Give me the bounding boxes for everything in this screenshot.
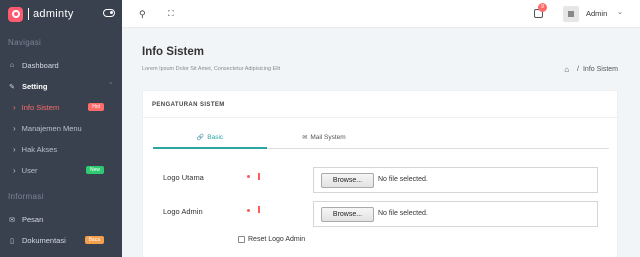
sidebar-toggle-icon[interactable]: [103, 9, 115, 17]
breadcrumb-current[interactable]: Info Sistem: [583, 66, 618, 73]
chevron-down-icon: ˇ: [109, 83, 112, 90]
avatar[interactable]: [563, 6, 579, 22]
reset-logo-admin-label[interactable]: Reset Logo Admin: [248, 236, 305, 243]
browse-button[interactable]: Browse...: [321, 207, 374, 222]
sidebar-item-pesan[interactable]: ✉ Pesan: [0, 209, 122, 230]
sidebar: adminty Navigasi ⌂ Dashboard ✎ Setting ˇ…: [0, 0, 122, 257]
user-name[interactable]: Admin: [586, 9, 607, 18]
search-icon[interactable]: ⚲: [139, 9, 146, 20]
required-dot-icon: [247, 209, 250, 212]
settings-card: PENGATURAN SISTEM 🔗 Basic ✉ Mail System Lo…: [142, 90, 619, 257]
link-icon: 🔗: [196, 135, 205, 141]
sidebar-item-label: Info Sistem: [21, 103, 60, 112]
tab-bar: 🔗 Basic ✉ Mail System: [153, 129, 609, 149]
file-status: No file selected.: [378, 176, 428, 183]
topbar: ⚲ ⛶ 9 Admin ⌄: [122, 0, 640, 28]
sidebar-item-dokumentasi[interactable]: ▯ Dokumentasi Baca: [0, 230, 122, 251]
sidebar-item-dashboard[interactable]: ⌂ Dashboard: [0, 55, 122, 76]
sidebar-item-manajemen-menu[interactable]: › Manajemen Menu: [0, 118, 122, 139]
sidebar-item-label: Setting: [22, 82, 48, 91]
bookmark-icon: ▯: [10, 237, 14, 245]
logo-utama-file-input[interactable]: Browse... No file selected.: [313, 167, 598, 193]
chevron-down-icon[interactable]: ⌄: [617, 8, 623, 16]
mail-icon: ✉: [9, 216, 15, 224]
sidebar-item-label: Pesan: [22, 215, 44, 224]
field-label-logo-utama: Logo Utama: [163, 173, 204, 182]
card-title: PENGATURAN SISTEM: [152, 102, 225, 108]
breadcrumb: ⌂ / Info Sistem: [564, 65, 618, 74]
page-subtitle: Lorem Ipsum Dolor Sit Amet, Consectetur …: [142, 66, 281, 72]
sidebar-item-label: Hak Akses: [21, 145, 58, 154]
notification-badge: 9: [538, 3, 547, 12]
required-bar-icon: [258, 206, 260, 213]
home-icon[interactable]: ⌂: [564, 65, 569, 74]
page-title: Info Sistem: [142, 46, 204, 58]
chevron-right-icon: ›: [13, 103, 16, 112]
sidebar-item-user[interactable]: › User New: [0, 160, 122, 181]
sidebar-item-label: User: [21, 166, 38, 175]
required-dot-icon: [247, 175, 250, 178]
brand-name: adminty: [33, 8, 74, 20]
fullscreen-icon[interactable]: ⛶: [168, 9, 174, 19]
sidebar-item-label: Dokumentasi: [22, 236, 66, 245]
required-bar-icon: [258, 173, 260, 180]
card-divider: [143, 117, 619, 118]
chevron-right-icon: ›: [13, 145, 16, 154]
baca-badge: Baca: [84, 236, 104, 244]
field-label-logo-admin: Logo Admin: [163, 207, 203, 216]
reset-logo-admin-checkbox[interactable]: [238, 236, 245, 243]
new-badge: New: [85, 166, 104, 174]
home-icon: ⌂: [9, 62, 15, 69]
brand-divider: [28, 8, 29, 20]
chevron-right-icon: ›: [13, 124, 16, 133]
logo-admin-file-input[interactable]: Browse... No file selected.: [313, 201, 598, 227]
sidebar-item-label: Manajemen Menu: [21, 124, 82, 133]
breadcrumb-separator: /: [577, 66, 579, 73]
nav-section-navigasi: Navigasi: [8, 38, 42, 47]
brand-logo-icon: [8, 6, 23, 22]
tab-label: Mail System: [310, 134, 346, 141]
sidebar-item-info-sistem[interactable]: › Info Sistem Hot: [0, 97, 122, 118]
tab-mail-system[interactable]: ✉ Mail System: [267, 129, 381, 149]
browse-button[interactable]: Browse...: [321, 173, 374, 188]
file-status: No file selected.: [378, 210, 428, 217]
nav-section-informasi: Informasi: [8, 192, 44, 201]
chevron-right-icon: ›: [13, 166, 16, 175]
envelope-icon: ✉: [302, 135, 308, 141]
sidebar-item-label: Dashboard: [22, 61, 59, 70]
tab-label: Basic: [207, 134, 224, 141]
sidebar-item-hak-akses[interactable]: › Hak Akses: [0, 139, 122, 160]
wrench-icon: ✎: [9, 83, 15, 91]
tab-basic[interactable]: 🔗 Basic: [153, 129, 267, 149]
sidebar-item-setting[interactable]: ✎ Setting ˇ: [0, 76, 122, 97]
hot-badge: Hot: [88, 103, 104, 111]
